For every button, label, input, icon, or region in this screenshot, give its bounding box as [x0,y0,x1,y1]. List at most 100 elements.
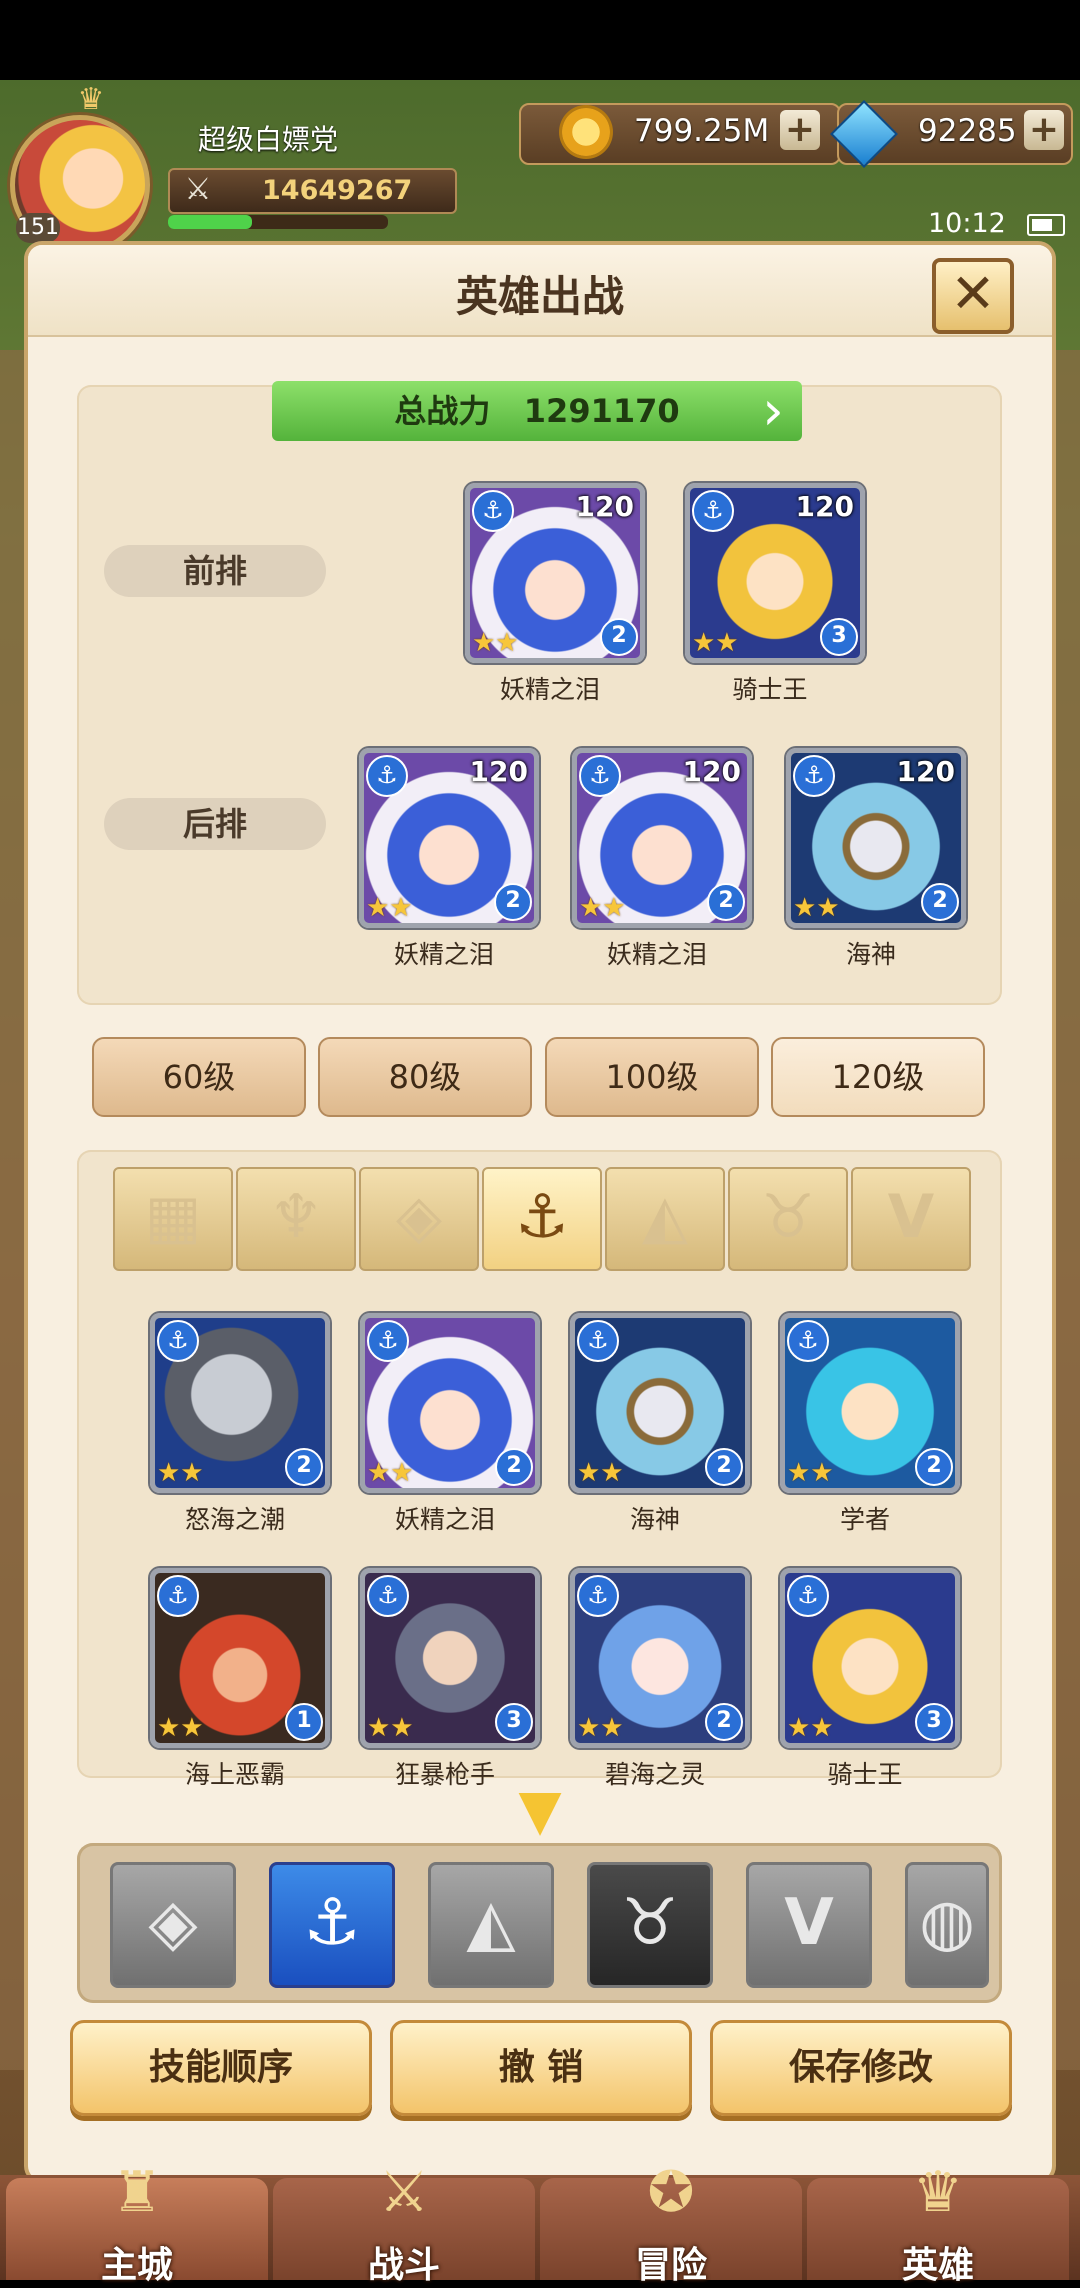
star-rating-icon: ★★ [366,893,413,923]
save-changes-button[interactable]: 保存修改 [710,2020,1012,2116]
total-power-value: 1291170 [523,392,680,430]
castle-icon: ♜ [111,2160,163,2225]
faction-tab[interactable]: ♉ [728,1167,848,1271]
anchor-icon: ⚓ [366,755,408,797]
star-rating-icon: ★★ [692,628,739,658]
nav-label: 主城 [100,2245,173,2286]
crossed-swords-icon: ⚔ [184,172,212,207]
hero-rank-badge: 3 [820,618,858,656]
crown-icon: ♛ [77,82,105,117]
element-slot[interactable]: V [746,1862,872,1988]
player-name: 超级白嫖党 [198,123,339,156]
level-tab-100级[interactable]: 100级 [545,1037,759,1117]
hero-card[interactable]: ⚓ ★★ 2 [570,1313,750,1493]
diamond-icon: ◈ [148,1886,198,1960]
hero-name: 妖精之泪 [394,1505,495,1534]
faction-tab[interactable]: ▦ [113,1167,233,1271]
hero-icon: ♛ [912,2160,964,2225]
nav-label: 英雄 [901,2245,974,2286]
nav-label: 冒险 [634,2245,707,2286]
element-slot[interactable]: ◍ [905,1862,989,1988]
anchor-icon: ⚓ [577,1575,619,1617]
hero-rank-badge: 3 [915,1703,953,1741]
close-button[interactable]: ✕ [932,258,1014,334]
faction-tab[interactable]: ♆ [236,1167,356,1271]
faction-tab[interactable]: ⚓ [482,1167,602,1271]
star-rating-icon: ★★ [367,1713,414,1743]
hero-card[interactable]: ⚓ ★★ 2 [150,1313,330,1493]
hero-card[interactable]: ⚓ 120 ★★ 2 [465,483,645,663]
hero-rank-badge: 2 [921,883,959,921]
hero-card[interactable]: ⚓ ★★ 3 [780,1568,960,1748]
hero-rank-badge: 2 [495,1448,533,1486]
clock: 10:12 [928,208,1006,239]
hero-card[interactable]: ⚓ 120 ★★ 2 [572,748,752,928]
element-slot[interactable]: ◈ [110,1862,236,1988]
star-rating-icon: ★★ [157,1458,204,1488]
skill-order-button[interactable]: 技能顺序 [70,2020,372,2116]
hero-level: 120 [682,755,741,788]
element-slot[interactable]: ♉ [587,1862,713,1988]
horn-icon: ♉ [761,1182,815,1252]
anchor-icon: ⚓ [157,1575,199,1617]
scroll-down-arrow-icon[interactable]: ▼ [500,1783,580,1839]
hero-card[interactable]: ⚓ 120 ★★ 3 [685,483,865,663]
hero-name: 怒海之潮 [184,1505,285,1534]
undo-button[interactable]: 撤 销 [390,2020,692,2116]
flame-icon: ♆ [269,1182,323,1252]
star-rating-icon: ★★ [787,1713,834,1743]
star-rating-icon: ★★ [472,628,519,658]
player-xp-fill [168,215,252,229]
hero-name: 妖精之泪 [393,940,494,969]
star-rating-icon: ★★ [157,1713,204,1743]
wing-icon: V [784,1886,834,1960]
hero-name: 妖精之泪 [499,675,600,704]
hero-name: 海上恶霸 [184,1760,285,1789]
element-slot[interactable]: ◭ [428,1862,554,1988]
anchor-icon: ⚓ [472,490,514,532]
add-gold-button[interactable]: + [780,110,820,150]
player-power-value: 14649267 [262,175,413,206]
gem-value: 92285 [918,113,1017,149]
star-rating-icon: ★★ [577,1458,624,1488]
hero-name: 碧海之灵 [604,1760,705,1789]
hero-card[interactable]: ⚓ ★★ 1 [150,1568,330,1748]
add-gems-button[interactable]: + [1024,110,1064,150]
hero-name: 学者 [839,1505,890,1534]
level-tab-120级[interactable]: 120级 [771,1037,985,1117]
anchor-icon: ⚓ [787,1320,829,1362]
hero-card[interactable]: ⚓ ★★ 3 [360,1568,540,1748]
hero-card[interactable]: ⚓ ★★ 2 [780,1313,960,1493]
anchor-icon: ⚓ [303,1886,361,1960]
hero-rank-badge: 1 [285,1703,323,1741]
faction-tab[interactable]: ◭ [605,1167,725,1271]
hero-card[interactable]: ⚓ 120 ★★ 2 [786,748,966,928]
wing-icon: V [887,1182,935,1252]
swords-icon: ⚔ [378,2160,430,2225]
hero-card[interactable]: ⚓ ★★ 2 [360,1313,540,1493]
hero-name: 海神 [845,940,896,969]
hero-card[interactable]: ⚓ ★★ 2 [570,1568,750,1748]
player-xp-bar [168,215,388,229]
grid-icon: ▦ [144,1182,202,1252]
anchor-icon: ⚓ [793,755,835,797]
hero-card[interactable]: ⚓ 120 ★★ 2 [359,748,539,928]
hero-level: 120 [896,755,955,788]
hero-rank-badge: 2 [494,883,532,921]
hero-name: 海神 [629,1505,680,1534]
level-tab-80级[interactable]: 80级 [318,1037,532,1117]
total-power-label: 总战力 [394,392,491,430]
hero-rank-badge: 2 [705,1448,743,1486]
faction-tab[interactable]: ◈ [359,1167,479,1271]
hero-name: 妖精之泪 [606,940,707,969]
level-tab-60级[interactable]: 60级 [92,1037,306,1117]
hero-level: 120 [469,755,528,788]
hero-rank-badge: 3 [495,1703,533,1741]
hero-rank-badge: 2 [915,1448,953,1486]
faction-tab[interactable]: V [851,1167,971,1271]
player-level-badge: 151 [16,213,60,243]
anchor-icon: ⚓ [367,1320,409,1362]
element-slot[interactable]: ⚓ [269,1862,395,1988]
hero-rank-badge: 2 [600,618,638,656]
anchor-icon: ⚓ [515,1182,569,1252]
